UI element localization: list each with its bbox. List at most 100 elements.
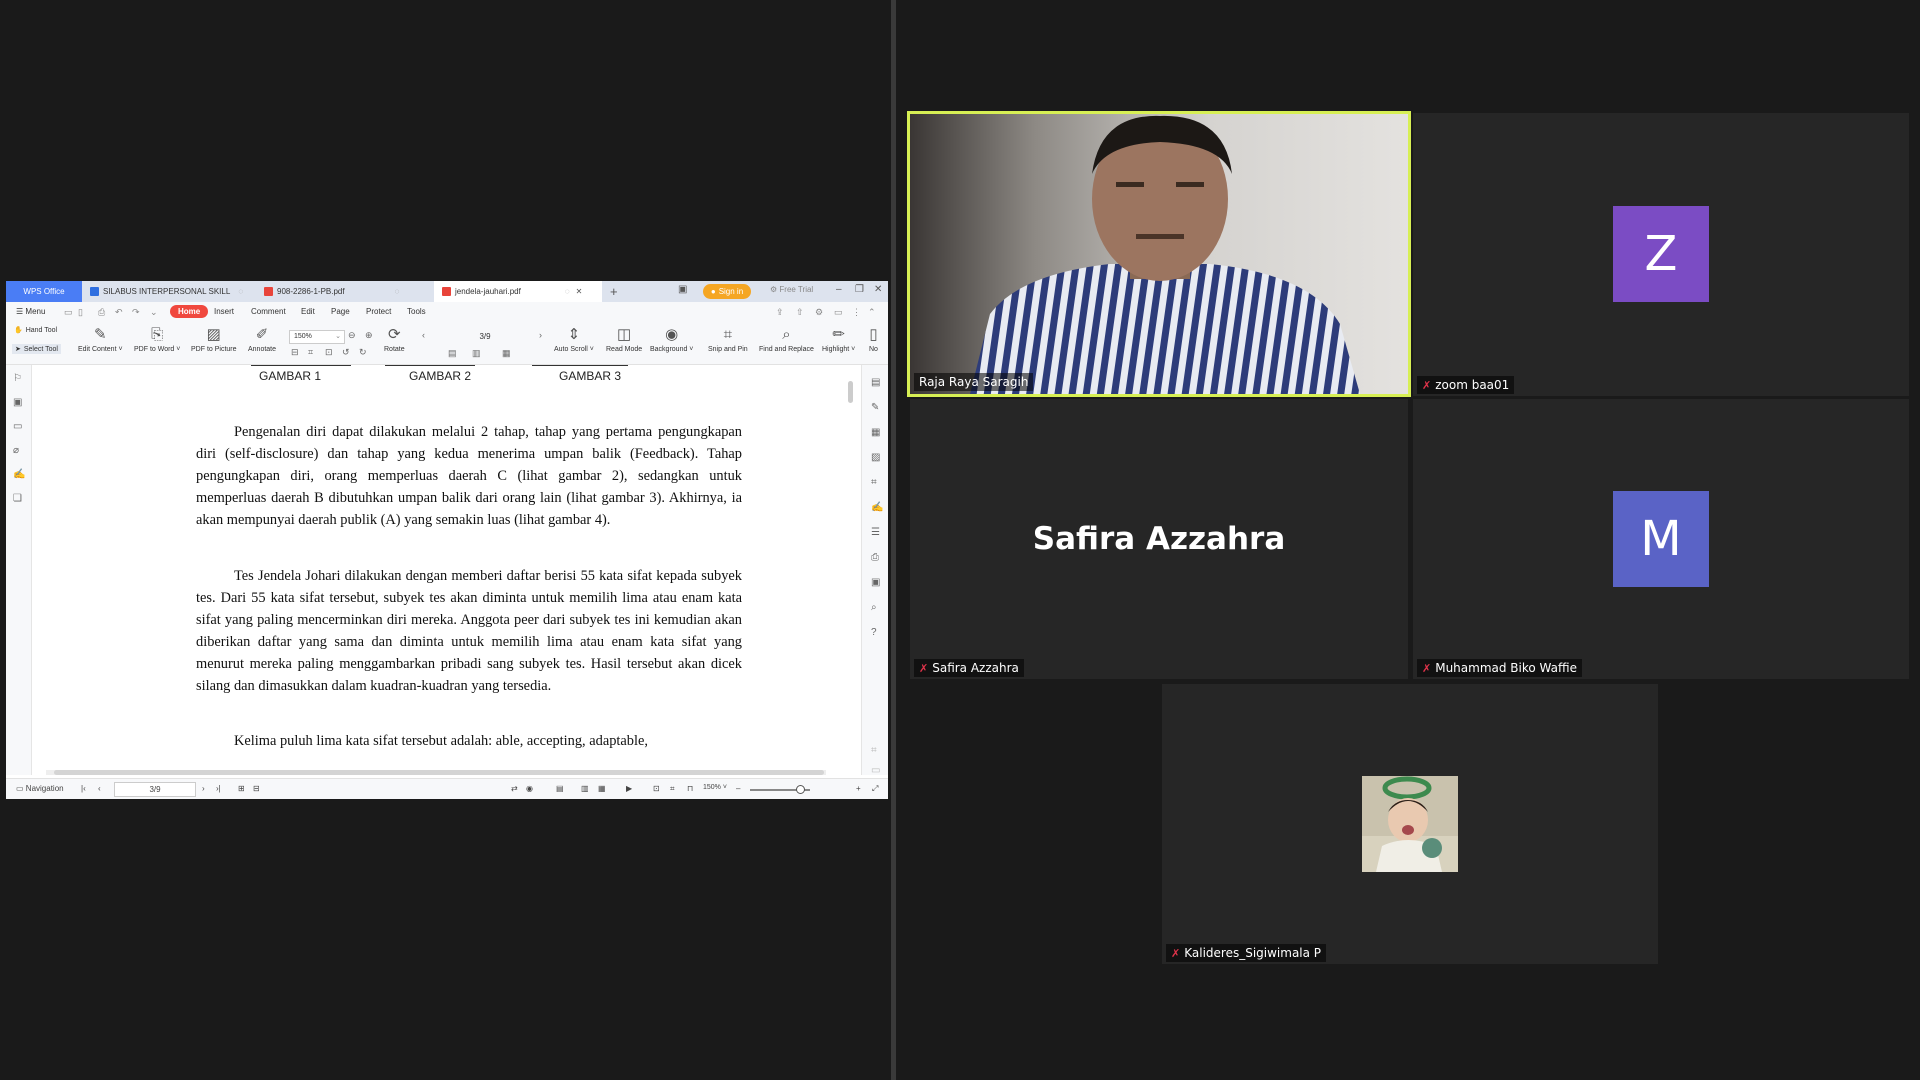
redo-icon[interactable]: ↷	[132, 307, 140, 318]
pdf-to-picture-button[interactable]: ▨ PDF to Picture	[191, 324, 237, 353]
search-icon[interactable]: ⌕	[871, 602, 877, 613]
edit-icon[interactable]: ✎	[871, 402, 879, 413]
previous-page-icon[interactable]: ‹	[422, 330, 425, 340]
compare-icon[interactable]: ☰	[871, 527, 880, 538]
grid-icon[interactable]: ⌗	[871, 745, 877, 756]
zoom-in-icon[interactable]: +	[856, 784, 861, 793]
participant-tile-safira[interactable]: Safira Azzahra ✗ Safira Azzahra	[910, 399, 1408, 679]
bookmark-page-icon[interactable]: ⊡	[325, 347, 333, 358]
document-icon[interactable]: ▦	[871, 427, 880, 438]
tab-insert[interactable]: Insert	[214, 307, 234, 316]
auto-scroll-button[interactable]: ⇕ Auto Scroll ˅	[554, 324, 594, 353]
snip-and-pin-button[interactable]: ⌗ Snip and Pin	[708, 324, 748, 353]
status-page-input[interactable]: 3/9	[114, 782, 196, 797]
crop-icon[interactable]: ⌗	[670, 784, 675, 794]
play-icon[interactable]: ▶	[626, 784, 632, 793]
bookmark-icon[interactable]: ⚐	[13, 373, 22, 384]
bookmark-icon[interactable]: ⊓	[687, 784, 693, 793]
open-icon[interactable]: ▭	[64, 307, 73, 318]
fit-page-icon[interactable]: ⊟	[291, 347, 299, 358]
fit-width-icon[interactable]: ⊡	[653, 784, 660, 793]
horizontal-scrollbar[interactable]	[54, 770, 824, 775]
menu-button[interactable]: ☰ Menu	[16, 307, 45, 316]
zoom-out-icon[interactable]: ⊖	[348, 330, 356, 341]
collapse-ribbon-icon[interactable]: ⌃	[868, 307, 876, 318]
single-page-view-icon[interactable]: ▤	[556, 784, 564, 793]
tab-protect[interactable]: Protect	[366, 307, 391, 316]
highlight-button[interactable]: ✏ Highlight ˅	[822, 324, 855, 353]
sign-icon[interactable]: ✍	[871, 502, 883, 513]
more-tools-button[interactable]: ▯ No	[869, 324, 878, 353]
zoom-select[interactable]: 150% ⌄	[289, 330, 345, 344]
image-icon[interactable]: ▨	[871, 452, 880, 463]
close-tab-icon[interactable]: ✕	[576, 287, 583, 296]
pdf-to-word-button[interactable]: ⎘ PDF to Word ˅	[134, 324, 180, 353]
edit-content-button[interactable]: ✎ Edit Content ˅	[78, 324, 123, 353]
layers-icon[interactable]: ❏	[13, 493, 22, 504]
save-icon[interactable]: ▯	[78, 307, 83, 318]
annotate-button[interactable]: ✐ Annotate	[248, 324, 276, 353]
tab-wps-office[interactable]: WPS Office	[6, 281, 82, 302]
print-icon[interactable]: ⎙	[98, 307, 105, 318]
upload-icon[interactable]: ⇧	[796, 307, 804, 318]
page-number-box[interactable]: 3/9	[438, 330, 532, 343]
crop-icon[interactable]: ⌗	[871, 477, 877, 488]
zoom-in-icon[interactable]: ⊕	[365, 330, 373, 341]
thumbnail-icon[interactable]: ▣	[13, 397, 22, 408]
zoom-out-icon[interactable]: –	[736, 784, 740, 793]
previous-page-icon[interactable]: ‹	[98, 784, 101, 793]
properties-icon[interactable]: ▤	[871, 377, 880, 388]
settings-icon[interactable]: ⚙	[815, 307, 823, 318]
sync-icon[interactable]: ⇄	[511, 784, 518, 793]
help-icon[interactable]: ?	[871, 627, 877, 638]
tab-page[interactable]: Page	[331, 307, 350, 316]
participant-tile-zoom-baa01[interactable]: Z ✗ zoom baa01	[1413, 113, 1909, 396]
continuous-view-icon[interactable]: ▦	[598, 784, 606, 793]
rotate-left-icon[interactable]: ↺	[342, 347, 350, 358]
single-page-icon[interactable]: ▤	[448, 348, 457, 359]
eye-icon[interactable]: ◉	[526, 784, 533, 793]
two-page-icon[interactable]: ▥	[472, 348, 481, 359]
tab-jendela-jauhari[interactable]: jendela-jauhari.pdf ◌ ✕	[434, 281, 602, 302]
participant-tile-muhammad[interactable]: M ✗ Muhammad Biko Waffie	[1413, 399, 1909, 679]
free-trial-button[interactable]: ⚙ Free Trial	[770, 285, 813, 294]
participant-tile-raja[interactable]: Raja Raya Saragih	[907, 111, 1411, 397]
share-icon[interactable]: ⇪	[776, 307, 784, 318]
next-page-icon[interactable]: ›	[202, 784, 205, 793]
participant-tile-kalideres[interactable]: ✗ Kalideres_Sigiwimala P	[1162, 684, 1658, 964]
more-icon[interactable]: ⋮	[852, 307, 861, 318]
undo-icon[interactable]: ↶	[115, 307, 123, 318]
tab-tools[interactable]: Tools	[407, 307, 426, 316]
remove-page-icon[interactable]: ⊟	[253, 784, 260, 793]
select-tool-button[interactable]: ➤ Select Tool	[12, 344, 61, 354]
chevron-down-icon[interactable]: ⌄	[150, 307, 158, 318]
rotate-button[interactable]: ⟳ Rotate	[384, 324, 405, 353]
next-page-icon[interactable]: ›	[539, 330, 542, 340]
background-button[interactable]: ◉ Background ˅	[650, 324, 693, 353]
double-page-view-icon[interactable]: ▥	[581, 784, 589, 793]
status-zoom[interactable]: 150% ˅	[703, 784, 727, 791]
save-icon[interactable]: ▣	[871, 577, 880, 588]
read-mode-button[interactable]: ◫ Read Mode	[606, 324, 642, 353]
rotate-right-icon[interactable]: ↻	[359, 347, 367, 358]
add-page-icon[interactable]: ⊞	[238, 784, 245, 793]
navigation-button[interactable]: ▭ Navigation	[16, 784, 64, 793]
signature-icon[interactable]: ✍	[13, 469, 25, 480]
print-icon[interactable]: ⎙	[871, 552, 879, 563]
attachment-icon[interactable]: ⌀	[13, 445, 19, 456]
sign-in-button[interactable]: ● Sign in	[703, 284, 751, 299]
comment-icon[interactable]: ▭	[834, 307, 843, 318]
tab-908-pdf[interactable]: 908-2286-1-PB.pdf ◌	[264, 281, 414, 302]
tab-home[interactable]: Home	[170, 305, 209, 318]
new-tab-button[interactable]: +	[610, 281, 618, 302]
find-and-replace-button[interactable]: ⌕ Find and Replace	[759, 324, 814, 353]
crop-icon[interactable]: ⌗	[308, 347, 313, 358]
tab-edit[interactable]: Edit	[301, 307, 315, 316]
sidebar-toggle-icon[interactable]: ▭	[871, 765, 880, 776]
continuous-icon[interactable]: ▦	[502, 348, 511, 359]
last-page-icon[interactable]: ›|	[216, 784, 221, 793]
zoom-slider-handle[interactable]	[796, 785, 805, 794]
restore-icon[interactable]: ❐	[855, 284, 864, 295]
layout-icon[interactable]: ▣	[678, 284, 687, 295]
tab-silabus[interactable]: SILABUS INTERPERSONAL SKILL ◌	[90, 281, 260, 302]
